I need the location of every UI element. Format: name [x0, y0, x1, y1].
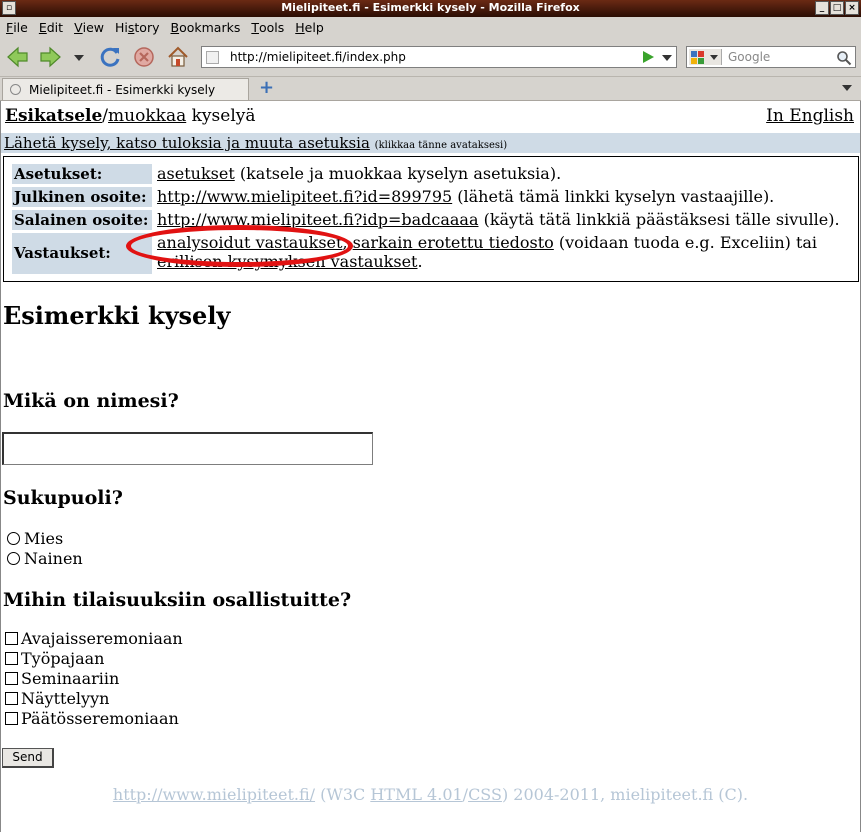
gender-label-male: Mies: [24, 529, 64, 548]
home-icon[interactable]: [166, 45, 190, 69]
event-label: Päätösseremoniaan: [21, 709, 179, 728]
tab-active[interactable]: Mielipiteet.fi - Esimerkki kysely: [2, 78, 249, 100]
google-icon: [691, 51, 718, 64]
footer-copyright: ) 2004-2011, mielipiteet.fi (C).: [501, 785, 749, 804]
event-option[interactable]: Näyttelyyn: [5, 689, 109, 708]
search-bar[interactable]: Google: [686, 46, 856, 68]
footer-css-link[interactable]: CSS: [468, 785, 502, 804]
options-toggle-link[interactable]: Lähetä kysely, katso tuloksia ja muuta a…: [4, 134, 370, 152]
tab-bar: Mielipiteet.fi - Esimerkki kysely: [0, 77, 861, 101]
checkbox-exhibition[interactable]: [5, 692, 18, 705]
menu-help[interactable]: Help: [289, 17, 329, 37]
page-content: Esikatsele/muokkaa kyselyä In English Lä…: [0, 101, 861, 832]
checkbox-opening-ceremony[interactable]: [5, 632, 18, 645]
event-option[interactable]: Työpajaan: [5, 649, 104, 668]
gender-label-female: Nainen: [24, 549, 83, 568]
gender-option-female[interactable]: Nainen: [7, 549, 83, 568]
search-icon[interactable]: [836, 50, 852, 66]
url-text: http://mielipiteet.fi/index.php: [230, 50, 406, 64]
settings-text: (katsele ja muokkaa kyselyn asetuksia).: [234, 164, 562, 183]
settings-value: asetukset (katsele ja muokkaa kyselyn as…: [157, 164, 561, 183]
public-address-label: Julkinen osoite:: [12, 187, 152, 207]
history-dropdown-icon[interactable]: [72, 45, 86, 69]
back-arrow-icon[interactable]: [6, 45, 30, 69]
options-band: Lähetä kysely, katso tuloksia ja muuta a…: [1, 133, 860, 153]
page-footer: http://www.mielipiteet.fi/ (W3C HTML 4.0…: [1, 785, 860, 804]
new-tab-plus-icon[interactable]: +: [259, 79, 274, 97]
gender-option-male[interactable]: Mies: [7, 529, 63, 548]
checkbox-closing-ceremony[interactable]: [5, 712, 18, 725]
reload-icon[interactable]: [98, 45, 122, 69]
question-name: Mikä on nimesi?: [3, 390, 179, 412]
question-gender: Sukupuoli?: [3, 487, 123, 509]
public-address-text: (lähetä tämä linkki kyselyn vastaajille)…: [452, 187, 775, 206]
search-engine-selector[interactable]: [689, 49, 722, 65]
options-hint: (klikkaa tänne avataksesi): [374, 140, 508, 151]
settings-link[interactable]: asetukset: [157, 164, 235, 183]
tab-separated-file-link[interactable]: sarkain erotettu tiedosto: [353, 233, 554, 252]
window-titlebar: ▫ Mielipiteet.fi - Esimerkki kysely - Mo…: [0, 0, 861, 17]
footer-html-link[interactable]: HTML 4.01: [370, 785, 462, 804]
menu-tools[interactable]: Tools: [245, 17, 289, 37]
event-option[interactable]: Avajaisseremoniaan: [5, 629, 183, 648]
answers-text: (voidaan tuoda e.g. Exceliin) tai: [553, 233, 818, 252]
public-address-value: http://www.mielipiteet.fi?id=899795 (läh…: [157, 187, 774, 206]
settings-label: Asetukset:: [12, 164, 152, 184]
send-button[interactable]: Send: [2, 748, 54, 768]
tab-list-dropdown-icon[interactable]: [842, 85, 852, 91]
edit-link[interactable]: muokkaa: [108, 106, 186, 126]
event-label: Työpajaan: [21, 649, 105, 668]
forward-arrow-icon[interactable]: [38, 45, 62, 69]
page-favicon-icon: [206, 51, 219, 64]
settings-panel: Asetukset: asetukset (katsele ja muokkaa…: [3, 156, 859, 282]
stop-icon[interactable]: [132, 45, 156, 69]
radio-male[interactable]: [7, 532, 20, 545]
in-english-link[interactable]: In English: [766, 106, 854, 126]
secret-address-label: Salainen osoite:: [12, 210, 152, 230]
checkbox-workshop[interactable]: [5, 652, 18, 665]
public-address-link[interactable]: http://www.mielipiteet.fi?id=899795: [157, 187, 452, 206]
minimize-button[interactable]: _: [815, 1, 829, 15]
event-option[interactable]: Seminaariin: [5, 669, 119, 688]
event-label: Näyttelyyn: [21, 689, 110, 708]
menu-bookmarks[interactable]: Bookmarks: [165, 17, 246, 37]
question-events: Mihin tilaisuuksiin osallistuitte?: [3, 589, 352, 611]
checkbox-seminar[interactable]: [5, 672, 18, 685]
url-bar[interactable]: http://mielipiteet.fi/index.php: [201, 46, 677, 68]
preview-edit-toggle: Esikatsele/muokkaa kyselyä: [5, 106, 256, 126]
window-title: Mielipiteet.fi - Esimerkki kysely - Mozi…: [281, 1, 580, 14]
tab-title: Mielipiteet.fi - Esimerkki kysely: [29, 83, 216, 97]
close-button[interactable]: ×: [845, 1, 859, 15]
radio-female[interactable]: [7, 552, 20, 565]
red-highlight-circle: [126, 225, 353, 267]
menu-view[interactable]: View: [68, 17, 109, 37]
url-dropdown-icon[interactable]: [662, 55, 672, 61]
preview-link[interactable]: Esikatsele: [5, 106, 102, 126]
go-arrow-icon[interactable]: [643, 51, 654, 63]
menu-history[interactable]: History: [109, 17, 164, 37]
tab-favicon-icon: [10, 84, 21, 95]
maximize-button[interactable]: □: [830, 1, 844, 15]
name-input[interactable]: [2, 432, 373, 465]
menu-edit[interactable]: Edit: [33, 17, 68, 37]
search-placeholder: Google: [728, 50, 771, 64]
event-option[interactable]: Päätösseremoniaan: [5, 709, 179, 728]
secret-address-text: (käytä tätä linkkiä päästäksesi tälle si…: [478, 210, 840, 229]
footer-site-link[interactable]: http://www.mielipiteet.fi/: [113, 785, 315, 804]
toggle-suffix: kyselyä: [186, 106, 256, 126]
answers-end: .: [417, 252, 423, 271]
event-label: Avajaisseremoniaan: [21, 629, 183, 648]
menu-bar: File Edit View History Bookmarks Tools Help: [0, 17, 861, 38]
footer-text: (W3C: [315, 785, 371, 804]
survey-title: Esimerkki kysely: [3, 301, 231, 330]
event-label: Seminaariin: [21, 669, 120, 688]
menu-file[interactable]: File: [0, 17, 33, 37]
